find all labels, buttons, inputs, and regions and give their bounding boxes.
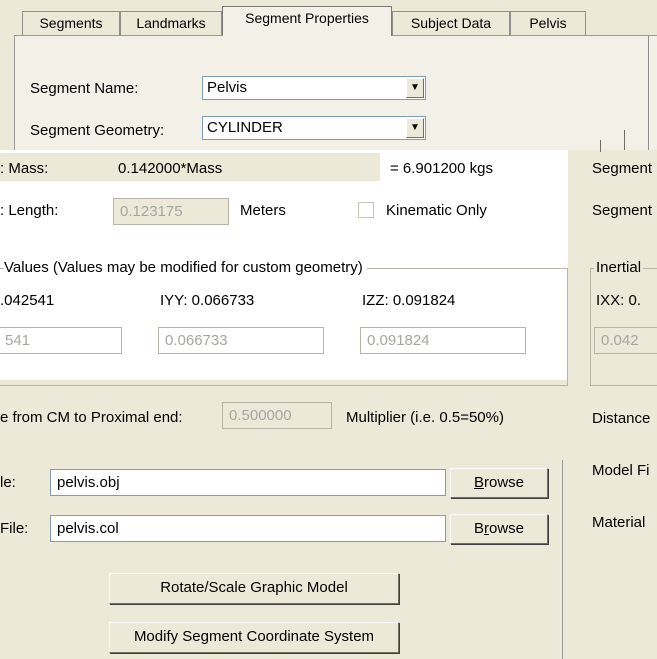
- browse-model-button[interactable]: Browse: [450, 468, 548, 498]
- tab-landmarks[interactable]: Landmarks: [120, 11, 222, 35]
- model-file-label: le:: [0, 474, 16, 491]
- divider: [624, 130, 625, 150]
- right-ixx-field: 0.042: [594, 327, 657, 354]
- izz-label: IZZ: 0.091824: [362, 292, 456, 309]
- right-segment-label-2: Segment: [592, 202, 653, 219]
- proximal-field: 0.500000: [222, 402, 332, 429]
- mass-result: = 6.901200 kgs: [390, 160, 494, 177]
- chevron-down-icon[interactable]: ▼: [406, 118, 424, 138]
- collision-file-input[interactable]: pelvis.col: [50, 515, 446, 542]
- right-material-label: Material: [592, 514, 646, 531]
- length-label: : Length:: [0, 202, 59, 219]
- segment-geometry-combo[interactable]: CYLINDER ▼: [202, 116, 426, 140]
- inertial-group-label: Values (Values may be modified for custo…: [4, 259, 367, 277]
- right-ixx-label: IXX: 0.: [596, 292, 642, 309]
- collision-file-label: File:: [0, 520, 29, 537]
- tab-subject-data[interactable]: Subject Data: [392, 11, 510, 35]
- segment-name-value: Pelvis: [207, 79, 248, 96]
- proximal-label: e from CM to Proximal end:: [0, 409, 183, 426]
- right-column: [568, 150, 657, 659]
- tab-segments[interactable]: Segments: [22, 11, 120, 35]
- panel-edge: [648, 36, 649, 150]
- proximal-suffix: Multiplier (i.e. 0.5=50%): [346, 409, 504, 426]
- length-field: 0.123175: [113, 198, 229, 225]
- divider: [562, 460, 563, 659]
- mass-formula[interactable]: 0.142000*Mass: [118, 160, 222, 178]
- modify-coordinate-system-button[interactable]: Modify Segment Coordinate System: [109, 622, 399, 653]
- rotate-scale-button[interactable]: Rotate/Scale Graphic Model: [109, 573, 399, 604]
- kinematic-label: Kinematic Only: [386, 202, 487, 219]
- right-inertial-label: Inertial: [594, 259, 644, 277]
- iyy-label: IYY: 0.066733: [160, 292, 255, 309]
- segment-geometry-label: Segment Geometry:: [30, 122, 165, 139]
- right-segment-label-1: Segment: [592, 160, 653, 177]
- length-unit: Meters: [240, 202, 286, 219]
- iyy-field: 0.066733: [158, 327, 324, 354]
- right-model-file-label: Model Fi: [592, 462, 650, 479]
- ixx-field: 541: [0, 327, 122, 354]
- tab-pelvis[interactable]: Pelvis: [510, 11, 586, 35]
- kinematic-checkbox[interactable]: [358, 202, 374, 218]
- model-file-input[interactable]: pelvis.obj: [50, 469, 446, 496]
- segment-name-label: Segment Name:: [30, 80, 139, 97]
- ixx-label: .042541: [0, 292, 55, 309]
- browse-collision-button[interactable]: Browse: [450, 514, 548, 544]
- segment-geometry-value: CYLINDER: [207, 119, 283, 136]
- tab-segment-properties[interactable]: Segment Properties: [222, 6, 392, 36]
- chevron-down-icon[interactable]: ▼: [406, 78, 424, 98]
- segment-name-combo[interactable]: Pelvis ▼: [202, 76, 426, 100]
- right-distance-label: Distance: [592, 410, 651, 427]
- izz-field: 0.091824: [360, 327, 526, 354]
- mass-label: : Mass:: [0, 160, 49, 177]
- divider: [600, 140, 601, 152]
